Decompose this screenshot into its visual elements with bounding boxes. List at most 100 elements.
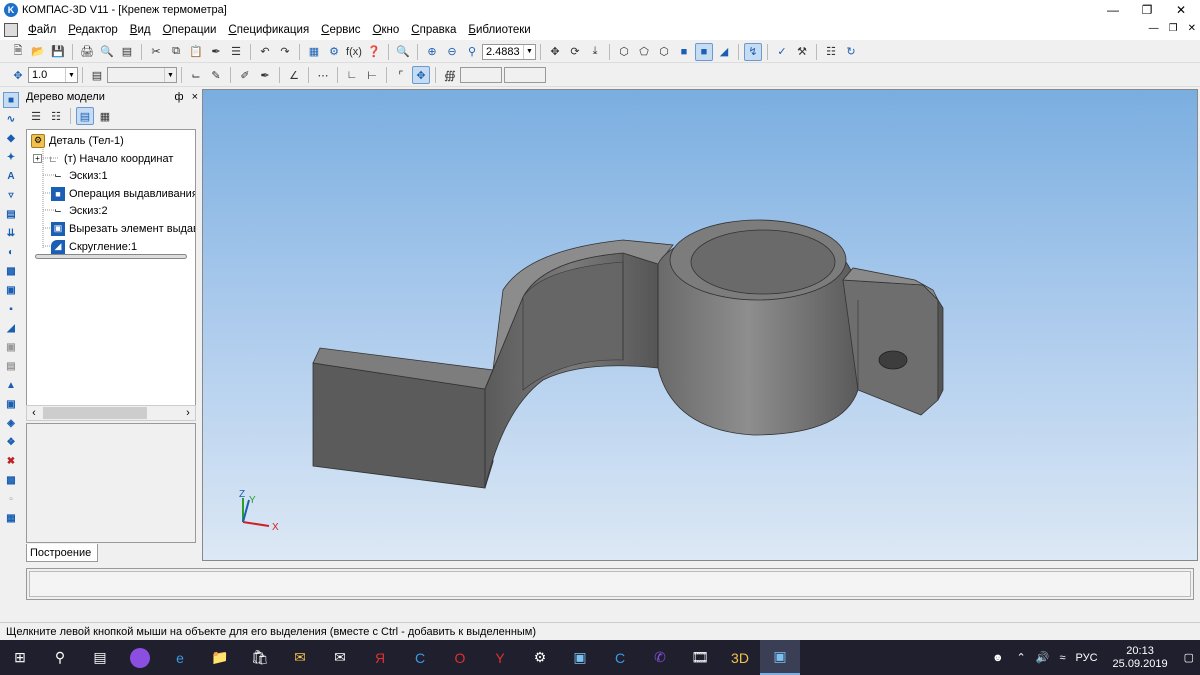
mirror-op-icon[interactable]: ❖	[3, 434, 19, 450]
zoom-combo[interactable]: 2.4883 ▼	[482, 43, 536, 60]
open-file-icon[interactable]: 📂	[29, 43, 47, 61]
kompas-3d-task-icon[interactable]: 3D	[720, 640, 760, 675]
chevron-down-icon[interactable]: ▼	[164, 68, 176, 82]
sketch-edit-icon[interactable]: ✎	[207, 66, 225, 84]
properties-icon[interactable]: ☰	[227, 43, 245, 61]
close-icon[interactable]: ✕	[1164, 0, 1198, 20]
restore-icon[interactable]: ❐	[1130, 0, 1164, 20]
alice-icon[interactable]	[120, 640, 160, 675]
menu-file[interactable]: Файл	[22, 24, 62, 36]
select-filter-icon[interactable]: ✓	[773, 43, 791, 61]
tree-node-part[interactable]: ⚙ Деталь (Тел-1)	[31, 132, 124, 149]
pin-icon[interactable]: ф	[175, 91, 184, 103]
tree-node-sketch2[interactable]: ⌙ Эскиз:2	[51, 202, 107, 219]
expand-icon[interactable]: +	[33, 154, 42, 163]
extrude-op-icon[interactable]: ▩	[3, 263, 19, 279]
menu-libraries[interactable]: Библиотеки	[462, 24, 536, 36]
measure-tool-icon[interactable]: ▤	[3, 206, 19, 222]
copy-icon[interactable]: ⧉	[167, 43, 185, 61]
save-icon[interactable]: 💾	[49, 43, 67, 61]
task-view-icon[interactable]: ▤	[80, 640, 120, 675]
curves-icon[interactable]: ∿	[3, 111, 19, 127]
thread-op-icon[interactable]: ▫	[3, 491, 19, 507]
new-file-icon[interactable]: 🗎	[9, 43, 27, 61]
start-icon[interactable]: ⊞	[0, 640, 40, 675]
yandex-browser-icon[interactable]: Y	[480, 640, 520, 675]
mdi-minimize-icon[interactable]: —	[1149, 23, 1159, 34]
ortho-icon[interactable]: ∠	[285, 66, 303, 84]
menu-window[interactable]: Окно	[367, 24, 406, 36]
boolean-op-icon[interactable]: ▩	[3, 472, 19, 488]
yandex-icon[interactable]: Я	[360, 640, 400, 675]
help-pointer-icon[interactable]: ❓	[365, 43, 383, 61]
tree-node-cut[interactable]: ▣ Вырезать элемент выдав	[51, 220, 195, 237]
fillet-op-icon[interactable]: ◢	[3, 320, 19, 336]
scroll-left-icon[interactable]: ‹	[27, 407, 41, 419]
tool-b-icon[interactable]: ✒	[256, 66, 274, 84]
sketch-plane-icon[interactable]: ⌙	[187, 66, 205, 84]
tree-node-origin[interactable]: + ∟ (т) Начало координат	[33, 150, 173, 167]
language-indicator[interactable]: РУС	[1076, 652, 1098, 664]
shaded-edges-icon[interactable]: ■	[695, 42, 713, 61]
tree-relations-icon[interactable]: ▦	[96, 107, 114, 125]
update-model-icon[interactable]: ↻	[842, 43, 860, 61]
tree-filter-icon[interactable]: ▤	[76, 107, 94, 125]
shaded-icon[interactable]: ■	[675, 43, 693, 61]
layer-icon[interactable]: ▤	[88, 66, 106, 84]
model-manager-icon[interactable]: ▦	[305, 43, 323, 61]
grid-icon[interactable]: ⋯	[314, 66, 332, 84]
viber-icon[interactable]: ✆	[640, 640, 680, 675]
rotate-op-icon[interactable]: ▣	[3, 282, 19, 298]
menu-editor[interactable]: Редактор	[62, 24, 124, 36]
game-icon[interactable]: ⚙	[520, 640, 560, 675]
redo-icon[interactable]: ↷	[276, 43, 294, 61]
mdi-close-icon[interactable]: ✕	[1188, 23, 1196, 34]
surfaces-icon[interactable]: ◆	[3, 130, 19, 146]
tree-view-icon[interactable]: ☷	[47, 107, 65, 125]
explorer-icon[interactable]: 📁	[200, 640, 240, 675]
shell-op-icon[interactable]: ▤	[3, 358, 19, 374]
package-icon[interactable]: ▣	[560, 640, 600, 675]
model-viewport[interactable]: Z Y X	[202, 89, 1198, 561]
volume-icon[interactable]: 🔊	[1036, 651, 1050, 664]
menu-operations[interactable]: Операции	[157, 24, 223, 36]
chevron-up-icon[interactable]: ⌃	[1017, 651, 1026, 664]
mail-icon[interactable]: ✉	[320, 640, 360, 675]
hole-op-icon[interactable]: ▣	[3, 396, 19, 412]
dimensions-icon[interactable]: ⇊	[3, 225, 19, 241]
perspective-icon[interactable]: ◢	[715, 43, 733, 61]
video-editor-icon[interactable]: 🎞	[680, 640, 720, 675]
minimize-icon[interactable]: —	[1096, 0, 1130, 20]
zoom-window-icon[interactable]: 🔍	[394, 43, 412, 61]
search-icon[interactable]: ⚲	[40, 640, 80, 675]
hidden-lines-icon[interactable]: ⬠	[635, 43, 653, 61]
chevron-down-icon[interactable]: ▼	[523, 44, 535, 59]
tree-node-sketch1[interactable]: ⌙ Эскиз:1	[51, 167, 107, 184]
snap-active-icon[interactable]: ✥	[412, 66, 430, 84]
preview-icon[interactable]: 🔍	[98, 43, 116, 61]
rotate-icon[interactable]: ⟳	[566, 43, 584, 61]
clock[interactable]: 20:13 25.09.2019	[1113, 645, 1168, 671]
tree-node-extrude[interactable]: ■ Операция выдавливания	[51, 185, 195, 202]
edge-icon[interactable]: e	[160, 640, 200, 675]
sheet-metal-icon[interactable]: ◐	[3, 244, 19, 260]
zoom-in-icon[interactable]: ⊕	[423, 43, 441, 61]
cut-op-icon[interactable]: ▪	[3, 301, 19, 317]
menu-view[interactable]: Вид	[124, 24, 157, 36]
step-cursor-icon[interactable]: ✥	[9, 66, 27, 84]
coord-y-field[interactable]	[504, 67, 546, 83]
coords-icon[interactable]: ∰	[441, 66, 459, 84]
mdi-restore-icon[interactable]: ❐	[1169, 23, 1178, 34]
mail-app-icon[interactable]: ✉	[280, 640, 320, 675]
selection-filters-icon[interactable]: ▿	[3, 187, 19, 203]
tree-order-icon[interactable]: ☰	[27, 107, 45, 125]
menu-specification[interactable]: Спецификация	[222, 24, 315, 36]
pan-icon[interactable]: ✥	[546, 43, 564, 61]
document-icon[interactable]	[4, 23, 18, 37]
library-manager-icon[interactable]: ⚙	[325, 43, 343, 61]
scroll-right-icon[interactable]: ›	[181, 407, 195, 419]
draft-op-icon[interactable]: ◈	[3, 415, 19, 431]
layer-combo[interactable]: ▼	[107, 67, 177, 83]
paste-icon[interactable]: 📋	[187, 43, 205, 61]
people-icon[interactable]: ☻	[992, 652, 1004, 664]
